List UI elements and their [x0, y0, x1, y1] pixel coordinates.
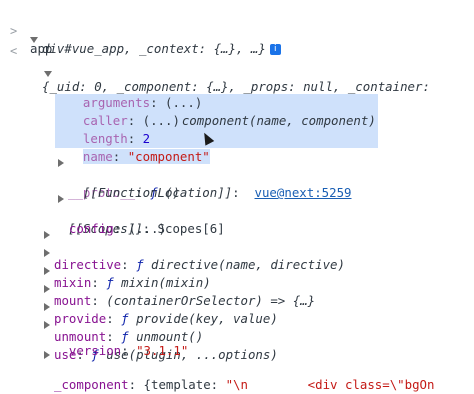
_component-value-string: "\n <div class=\"bgOn [225, 377, 435, 392]
mount-key: mount [54, 293, 92, 308]
result-chevron-icon: < [10, 44, 18, 58]
tree-row-component[interactable]: component: ƒ component(name, component) [44, 58, 378, 148]
console-input-line[interactable]: > app [10, 4, 52, 56]
function-location-link[interactable]: vue@next:5259 [255, 185, 352, 200]
tree-row-config[interactable]: config: (...) [54, 202, 166, 236]
directive-signature: directive(name, directive) [143, 257, 345, 272]
info-icon[interactable]: i [269, 44, 281, 55]
expand-_component-icon[interactable] [44, 345, 50, 363]
name-key: name [82, 149, 113, 164]
tree-row-scopes[interactable]: [[Scopes]]: Scopes[6] [58, 184, 225, 236]
directive-f-icon: ƒ [136, 257, 144, 272]
directive-key: directive [54, 257, 122, 272]
result-summary-line-2: div#vue_app, _context: {…}, …} i [42, 40, 281, 58]
tree-row-mount[interactable]: mount: (containerOrSelector) => {…} [44, 256, 315, 308]
tree-row-provide[interactable]: provide: ƒ provide(key, value) [44, 274, 278, 326]
version-key: version [68, 343, 122, 358]
mixin-signature: mixin(mixin) [113, 275, 211, 290]
mixin-f-icon: ƒ [106, 275, 114, 290]
tree-row-_component[interactable]: _component: {template: "\n <div class=\"… [44, 340, 434, 392]
scopes-value: Scopes[6] [157, 221, 225, 236]
result-summary-text-2: div#vue_app, _context: {…}, …} [42, 41, 266, 56]
result-summary-line[interactable]: < {_uid: 0, _component: {…}, _props: nul… [10, 24, 430, 94]
mount-signature: (containerOrSelector) => {…} [106, 293, 316, 308]
tree-row-arguments[interactable]: arguments: (...) [68, 76, 203, 110]
config-value[interactable]: (...) [129, 221, 166, 236]
tree-row-directive[interactable]: directive: ƒ directive(name, directive) [44, 220, 345, 272]
version-value: "3.1.1" [136, 343, 189, 358]
tree-row-proto[interactable]: __proto__: ƒ () [58, 148, 180, 200]
collapse-component-icon[interactable] [44, 64, 52, 82]
_component-value-prefix: {template: [143, 377, 226, 392]
tree-row-mixin[interactable]: mixin: ƒ mixin(mixin) [44, 238, 211, 290]
expand-use-icon[interactable] [44, 315, 50, 333]
expand-proto-icon[interactable] [58, 153, 64, 171]
tree-row-name: name: "component" [82, 149, 210, 164]
tree-row-caller[interactable]: caller: (...) [68, 94, 180, 128]
tree-row-version: version: "3.1.1" [68, 343, 189, 358]
tree-row-length: length: 2 [82, 131, 151, 146]
_component-key: _component [54, 377, 129, 392]
function-location-key: [[FunctionLocation]] [82, 185, 233, 200]
config-key: config [68, 221, 114, 236]
name-value: "component" [127, 149, 210, 164]
tree-row-function-location: [[FunctionLocation]]: vue@next:5259 [82, 185, 352, 200]
tree-row-unmount[interactable]: unmount: ƒ unmount() [44, 292, 203, 344]
component-signature: component(name, component) [174, 113, 376, 128]
mixin-key: mixin [54, 275, 92, 290]
expand-result-icon[interactable] [30, 30, 38, 48]
